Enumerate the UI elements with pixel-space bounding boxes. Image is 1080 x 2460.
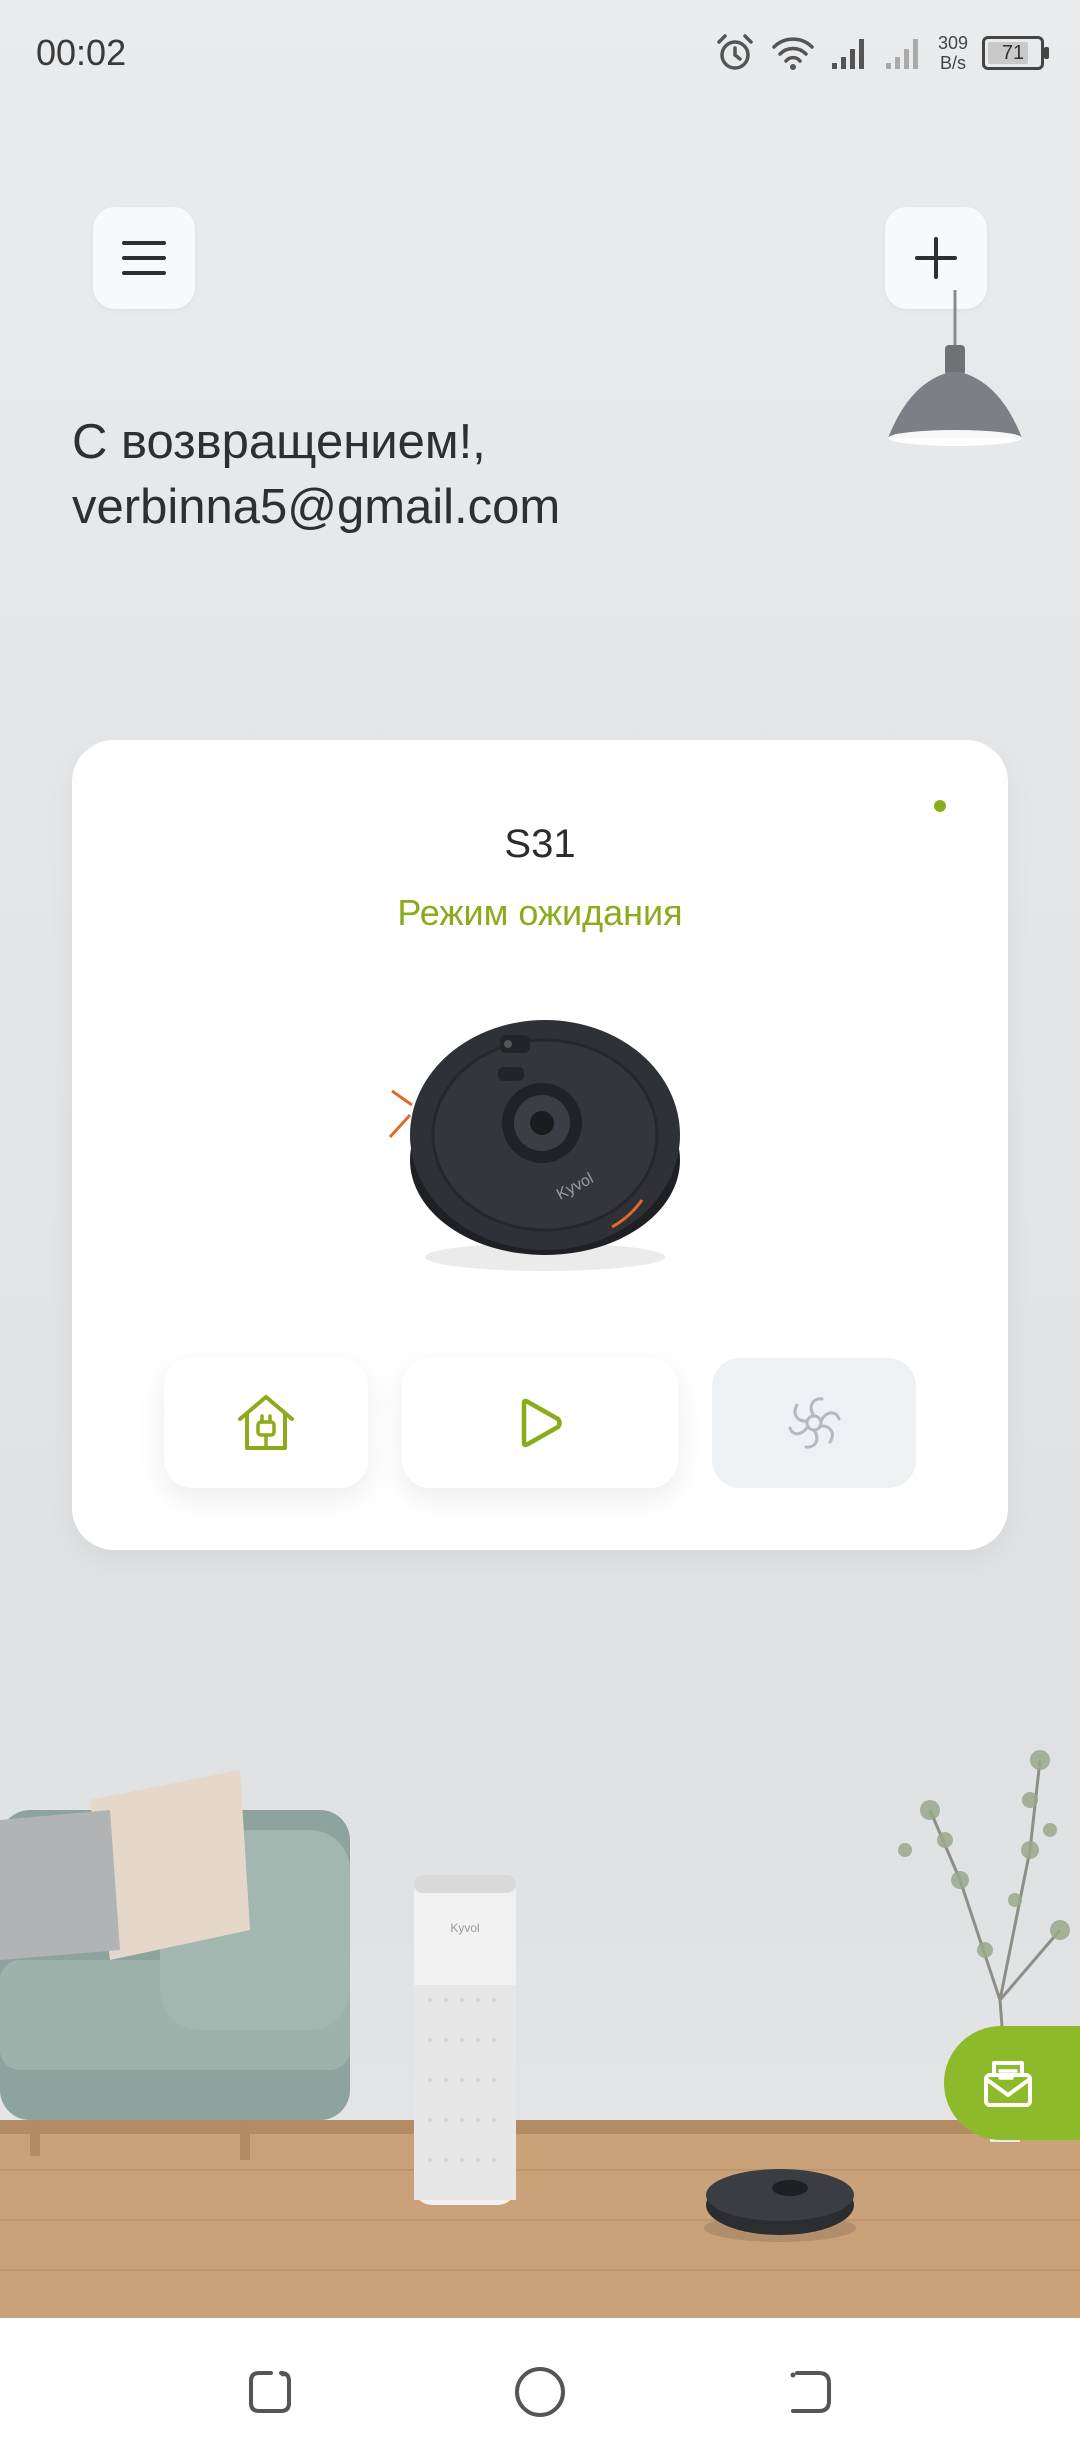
suction-power-button[interactable] — [712, 1358, 916, 1488]
robot-vacuum-image: Kyvol — [388, 1020, 680, 1271]
status-icons: 309 B/s 71 — [714, 28, 1049, 78]
status-bar: 00:02 309 B/s 71 — [0, 0, 1080, 110]
return-to-dock-button[interactable] — [164, 1358, 368, 1488]
device-name: S31 — [504, 822, 576, 866]
online-status-dot — [934, 800, 946, 812]
home-button[interactable] — [512, 2364, 568, 2420]
alarm-icon — [717, 34, 753, 70]
back-button[interactable] — [782, 2364, 838, 2420]
status-time: 00:02 — [36, 32, 127, 73]
suction-fan-icon — [788, 1397, 841, 1449]
recent-apps-icon — [249, 2371, 291, 2413]
battery-level: 71 — [1001, 41, 1025, 64]
purifier-brand-label: Kyvol — [450, 1921, 479, 1935]
feedback-mail-icon — [984, 2061, 1032, 2107]
greeting: С возвращением!, verbinna5@gmail.com — [72, 410, 832, 540]
network-speed-unit: B/s — [939, 53, 966, 73]
device-status: Режим ожидания — [397, 892, 683, 933]
network-speed-value: 309 — [937, 33, 968, 53]
plus-icon — [915, 237, 957, 279]
user-email: verbinna5@gmail.com — [72, 480, 561, 534]
device-card[interactable]: S31 Режим ожидания Kyvol — [72, 740, 1008, 1550]
wifi-icon — [772, 37, 814, 70]
greeting-title: С возвращением!, — [72, 415, 486, 469]
battery-icon: 71 — [982, 36, 1049, 70]
menu-button[interactable] — [93, 207, 195, 309]
hamburger-menu-icon — [122, 241, 166, 275]
ceiling-lamp-illustration — [888, 290, 1022, 446]
recent-apps-button[interactable] — [242, 2364, 298, 2420]
feedback-button[interactable] — [944, 2026, 1080, 2140]
play-icon — [521, 1398, 562, 1448]
system-navigation-bar — [0, 2318, 1080, 2460]
start-cleaning-button[interactable] — [402, 1358, 678, 1488]
back-icon — [790, 2371, 831, 2413]
living-room-illustration: Kyvol — [0, 1750, 1080, 2318]
network-speed: 309 B/s — [938, 33, 968, 73]
signal-icon — [885, 39, 918, 69]
signal-icon — [831, 39, 864, 69]
dock-charge-icon — [238, 1395, 294, 1450]
home-circle-icon — [515, 2367, 565, 2417]
